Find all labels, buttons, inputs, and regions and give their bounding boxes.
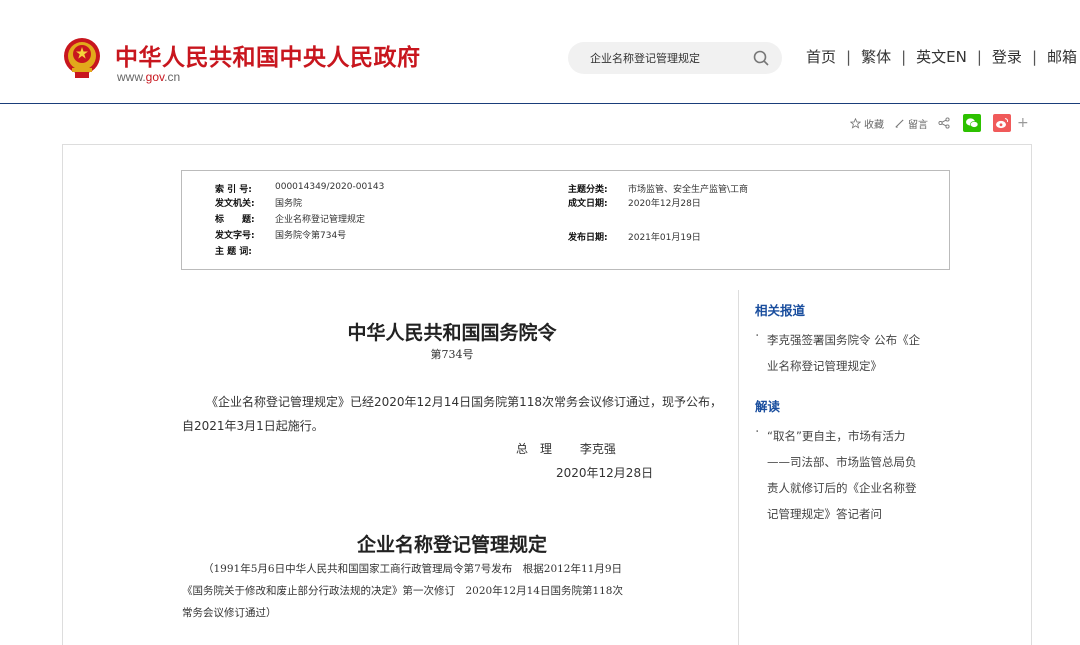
- nav-traditional[interactable]: 繁体: [861, 46, 891, 67]
- message-button[interactable]: 留言: [894, 116, 928, 131]
- history-line: （1991年5月6日中华人民共和国国家工商行政管理局令第7号发布 根据2012年…: [203, 563, 623, 575]
- related-reports-list: 李克强签署国务院令 公布《企业名称登记管理规定》: [755, 323, 955, 379]
- meta-label: 发文字号:: [215, 231, 255, 241]
- history-line: 《国务院关于修改和废止部分行政法规的决定》第一次修订 2020年12月14日国务…: [182, 585, 623, 597]
- search-icon[interactable]: [752, 49, 770, 67]
- related-report-item[interactable]: 李克强签署国务院令 公布《企业名称登记管理规定》: [755, 323, 955, 379]
- meta-row-doc-no: 发文字号: 国务院令第734号: [215, 228, 346, 241]
- meta-row-index: 索 引 号: 000014349/2020-00143: [215, 182, 384, 195]
- interpretation-line: 记管理规定》答记者问: [767, 507, 882, 521]
- premier-label: 总 理: [516, 442, 553, 456]
- meta-label: 标 题:: [215, 215, 255, 225]
- national-emblem-icon[interactable]: [62, 36, 102, 80]
- interpretation-item[interactable]: “取名”更自主，市场有活力 ——司法部、市场监管总局负责人就修订后的《企业名称登记…: [755, 419, 955, 527]
- history-line: 常务会议修订通过）: [182, 607, 277, 619]
- message-label: 留言: [908, 119, 928, 131]
- revision-history: （1991年5月6日中华人民共和国国家工商行政管理局令第7号发布 根据2012年…: [182, 558, 722, 624]
- meta-value: 2020年12月28日: [628, 199, 701, 209]
- more-share-button[interactable]: +: [1017, 115, 1029, 131]
- weibo-icon: [996, 118, 1009, 129]
- pencil-icon: [895, 118, 904, 128]
- favorite-button[interactable]: 收藏: [850, 116, 884, 131]
- order-title: 中华人民共和国国务院令: [347, 322, 557, 344]
- interpretation-list: “取名”更自主，市场有活力 ——司法部、市场监管总局负责人就修订后的《企业名称登记…: [755, 419, 955, 527]
- meta-value: 国务院令第734号: [275, 231, 347, 241]
- interpretation-line: ——司法部、市场监管总局负: [767, 455, 917, 469]
- announcement-paragraph: 《企业名称登记管理规定》已经2020年12月14日国务院第118次常务会议修订通…: [182, 395, 722, 433]
- meta-value: 企业名称登记管理规定: [275, 215, 366, 225]
- wechat-icon: [966, 118, 979, 128]
- favorite-label: 收藏: [864, 119, 884, 131]
- top-navigation: 首页 | 繁体 | 英文EN | 登录 | 邮箱: [806, 46, 1077, 67]
- meta-label: 成文日期:: [568, 199, 608, 209]
- related-report-link[interactable]: 李克强签署国务院令 公布《企 业名称登记管理规定》: [767, 333, 920, 373]
- related-reports-heading: 相关报道: [755, 303, 806, 318]
- nav-separator: |: [901, 47, 907, 66]
- meta-label: 发文机关:: [215, 199, 255, 209]
- nav-home[interactable]: 首页: [806, 46, 836, 67]
- weibo-share-button[interactable]: [993, 114, 1011, 132]
- meta-row-category: 主题分类: 市场监管、安全生产监管\工商: [568, 182, 748, 195]
- share-icon: [938, 117, 950, 129]
- nav-separator: |: [1031, 47, 1037, 66]
- nav-separator: |: [976, 47, 982, 66]
- related-report-line: 李克强签署国务院令 公布《企: [767, 333, 921, 347]
- meta-value: 市场监管、安全生产监管\工商: [628, 185, 749, 195]
- nav-separator: |: [846, 47, 852, 66]
- meta-value: 2021年01月19日: [628, 233, 701, 243]
- interpretation-heading: 解读: [755, 399, 781, 414]
- site-url-gov: gov: [145, 70, 165, 84]
- nav-english[interactable]: 英文EN: [916, 46, 967, 67]
- nav-mail[interactable]: 邮箱: [1047, 46, 1077, 67]
- wechat-share-button[interactable]: [963, 114, 981, 132]
- meta-row-issuer: 发文机关: 国务院: [215, 196, 302, 209]
- meta-label: 发布日期:: [568, 233, 608, 243]
- site-url: www.gov.cn: [117, 70, 180, 84]
- search-box: [568, 42, 782, 74]
- document-metadata: 索 引 号: 000014349/2020-00143 主题分类: 市场监管、安…: [181, 170, 950, 270]
- share-button[interactable]: [938, 117, 953, 129]
- meta-label: 主 题 词:: [215, 247, 252, 257]
- order-number: 第734号: [430, 348, 474, 361]
- meta-value: 国务院: [275, 199, 303, 209]
- meta-row-title: 标 题: 企业名称登记管理规定: [215, 212, 365, 225]
- meta-label: 索 引 号:: [215, 185, 252, 195]
- related-report-line: 业名称登记管理规定》: [767, 359, 882, 373]
- premier-signature: 总 理 李克强: [516, 440, 616, 457]
- interpretation-link[interactable]: “取名”更自主，市场有活力 ——司法部、市场监管总局负 责人就修订后的《企业名称登记…: [767, 429, 917, 521]
- site-name[interactable]: 中华人民共和国中央人民政府: [115, 38, 421, 72]
- star-icon: [850, 117, 861, 129]
- site-url-suffix: .cn: [164, 70, 181, 84]
- site-header: 中华人民共和国中央人民政府 www.gov.cn 首页 | 繁体 | 英文EN …: [0, 0, 1080, 104]
- column-divider: [738, 290, 739, 645]
- interpretation-section: 解读 “取名”更自主，市场有活力 ——司法部、市场监管总局负责人就修订后的《企业名…: [755, 396, 955, 527]
- regulation-title: 企业名称登记管理规定: [356, 534, 547, 556]
- interpretation-line: “取名”更自主，市场有活力: [767, 429, 906, 443]
- nav-login[interactable]: 登录: [992, 46, 1022, 67]
- meta-row-keywords: 主 题 词:: [215, 244, 275, 257]
- meta-row-date-written: 成文日期: 2020年12月28日: [568, 196, 701, 209]
- meta-value: 000014349/2020-00143: [275, 182, 385, 192]
- interpretation-line: 责人就修订后的《企业名称登: [767, 481, 917, 495]
- signature-date: 2020年12月28日: [556, 466, 654, 480]
- share-toolbar: 收藏 留言 +: [850, 112, 1029, 134]
- premier-name: 李克强: [579, 442, 616, 456]
- site-url-prefix: www.: [117, 70, 146, 84]
- meta-label: 主题分类:: [568, 185, 608, 195]
- meta-row-publish-date: 发布日期: 2021年01月19日: [568, 230, 701, 243]
- related-reports-section: 相关报道 李克强签署国务院令 公布《企业名称登记管理规定》: [755, 300, 955, 379]
- search-input[interactable]: [590, 49, 740, 67]
